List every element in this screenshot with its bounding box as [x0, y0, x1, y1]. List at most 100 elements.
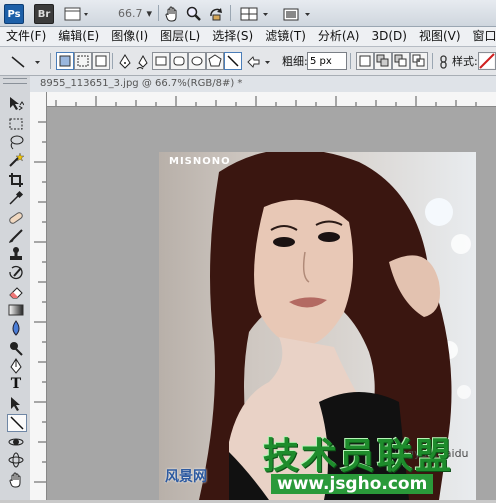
custom-shape-option[interactable] [244, 52, 276, 72]
dodge-tool[interactable] [7, 340, 25, 356]
line-icon [227, 55, 239, 67]
marquee-icon [9, 118, 23, 130]
weight-input[interactable] [307, 52, 347, 70]
pen-tool[interactable] [7, 358, 25, 374]
dodge-icon [10, 342, 23, 356]
menu-window[interactable]: 窗口(W) [467, 27, 496, 46]
menu-filter[interactable]: 滤镜(T) [259, 27, 312, 46]
magic-wand-tool[interactable] [7, 152, 25, 168]
eyedropper-tool[interactable] [7, 190, 25, 206]
add-to-shape-mode[interactable] [374, 52, 392, 70]
menu-select[interactable]: 选择(S) [206, 27, 259, 46]
line-tool[interactable] [7, 414, 27, 432]
eraser-icon [9, 287, 23, 299]
menu-image[interactable]: 图像(I) [105, 27, 154, 46]
polygon-option[interactable] [206, 52, 224, 70]
pen-tool-icon [10, 358, 22, 374]
3d-rotate-tool[interactable] [7, 434, 25, 450]
subtract-shape-mode[interactable] [392, 52, 410, 70]
screen-mode-button[interactable] [280, 4, 316, 24]
3d-orbit-tool[interactable] [7, 452, 25, 468]
fill-pixels-option[interactable] [92, 52, 110, 70]
brush-tool[interactable] [7, 228, 25, 244]
ellipse-option[interactable] [188, 52, 206, 70]
history-brush-tool[interactable] [7, 264, 25, 280]
3d-orbit-icon [8, 452, 24, 468]
hand-tool[interactable] [7, 472, 25, 488]
menu-view[interactable]: 视图(V) [413, 27, 467, 46]
zoom-level[interactable]: 66.7 ▾ [100, 5, 152, 21]
custom-shape-icon [247, 56, 270, 68]
3d-rotate-icon [8, 438, 24, 446]
horizontal-ruler[interactable] [46, 92, 496, 107]
move-tool[interactable] [7, 96, 25, 112]
lasso-icon [10, 135, 24, 150]
zoom-tool-button[interactable] [184, 4, 204, 24]
rotate-view-button[interactable] [206, 4, 226, 24]
eraser-tool[interactable] [7, 284, 25, 300]
stamp-icon [10, 247, 22, 260]
clone-stamp-tool[interactable] [7, 246, 25, 262]
blur-icon [12, 320, 20, 336]
pen-icon [119, 54, 131, 69]
view-extras-icon [64, 7, 88, 21]
marquee-tool[interactable] [7, 116, 25, 132]
gradient-tool[interactable] [7, 302, 25, 318]
path-selection-tool[interactable] [7, 396, 25, 412]
menu-edit[interactable]: 编辑(E) [52, 27, 105, 46]
separator [432, 53, 433, 69]
zoom-value: 66.7 [117, 6, 143, 20]
separator [112, 53, 113, 69]
menu-analysis[interactable]: 分析(A) [312, 27, 366, 46]
separator [230, 5, 231, 21]
gradient-icon [8, 304, 24, 316]
type-tool[interactable]: T [7, 376, 25, 392]
view-extras-button[interactable] [62, 4, 92, 24]
tool-preset-picker[interactable] [6, 52, 48, 72]
rounded-rectangle-option[interactable] [170, 52, 188, 70]
add-shape-icon [376, 54, 389, 67]
menu-layer[interactable]: 图层(L) [154, 27, 206, 46]
tools-panel: T [0, 76, 31, 500]
zoom-icon [186, 6, 201, 21]
separator [350, 53, 351, 69]
panel-grip[interactable] [3, 78, 27, 84]
document-title: 8955_113651_3.jpg @ 66.7%(RGB/8#) * [40, 78, 243, 89]
style-picker[interactable] [478, 52, 496, 70]
arrange-documents-button[interactable] [238, 4, 274, 24]
menu-3d[interactable]: 3D(D) [365, 27, 412, 46]
chevron-down-icon: ▾ [146, 6, 152, 20]
rectangle-option[interactable] [152, 52, 170, 70]
intersect-shape-mode[interactable] [410, 52, 428, 70]
healing-brush-tool[interactable] [7, 210, 25, 226]
menu-file[interactable]: 文件(F) [0, 27, 52, 46]
document-image[interactable]: MISNONO jingyan.baidu 技术员联盟 www.jsgho.co… [159, 152, 476, 500]
eyedropper-icon [9, 190, 24, 205]
blur-tool[interactable] [7, 320, 25, 336]
shape-layers-option[interactable] [56, 52, 74, 70]
freeform-pen-icon [136, 54, 148, 70]
separator [50, 53, 51, 69]
crop-tool[interactable] [7, 172, 25, 188]
lasso-tool[interactable] [7, 134, 25, 150]
rounded-rectangle-icon [173, 56, 185, 66]
new-shape-layer-mode[interactable] [356, 52, 374, 70]
ruler-ticks [55, 96, 477, 106]
polygon-icon [208, 54, 222, 67]
line-option[interactable] [224, 52, 242, 70]
pen-option[interactable] [116, 52, 134, 72]
freeform-pen-option[interactable] [134, 52, 152, 72]
document-tab[interactable]: 8955_113651_3.jpg @ 66.7%(RGB/8#) * [30, 76, 496, 93]
watermark-left-text: 风景网 [165, 469, 207, 485]
hand-tool-button[interactable] [162, 4, 182, 24]
photoshop-logo: Ps [4, 4, 24, 24]
new-layer-mode-icon [359, 55, 371, 67]
arrange-icon [240, 7, 268, 21]
rotate-view-icon [210, 8, 222, 21]
launch-bridge-button[interactable]: Br [34, 4, 54, 24]
paths-option[interactable] [74, 52, 92, 70]
link-style-toggle[interactable] [436, 52, 452, 72]
vertical-ruler[interactable] [30, 92, 47, 500]
watermark-main-text: 技术员联盟 [263, 436, 454, 477]
shape-layers-icon [59, 55, 71, 67]
